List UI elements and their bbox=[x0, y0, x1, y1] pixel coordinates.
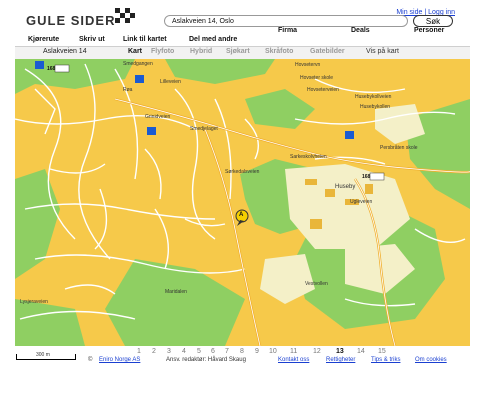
map-place-label: Hovsetervn bbox=[295, 62, 321, 68]
zoom-level-7[interactable]: 7 bbox=[225, 348, 229, 355]
zoom-level-11[interactable]: 11 bbox=[290, 348, 297, 355]
copyright-symbol: © bbox=[88, 357, 93, 363]
editor-text: Ansv. redaktør: Håvard Skaug bbox=[166, 357, 246, 363]
contact-link[interactable]: Kontakt oss bbox=[278, 357, 309, 363]
tab-kart[interactable]: Kart bbox=[128, 48, 142, 55]
zoom-level-2[interactable]: 2 bbox=[152, 348, 156, 355]
rights-link[interactable]: Rettigheter bbox=[326, 357, 355, 363]
share-button[interactable]: Del med andre bbox=[189, 36, 237, 43]
map-address-label: Aslakveien 14 bbox=[43, 48, 87, 55]
category-personer[interactable]: Personer bbox=[414, 27, 444, 34]
zoom-level-6[interactable]: 6 bbox=[211, 348, 215, 355]
map-place-label: Ugleveien bbox=[350, 199, 373, 205]
tab-sjokart[interactable]: Sjøkart bbox=[226, 48, 250, 55]
zoom-level-5[interactable]: 5 bbox=[197, 348, 201, 355]
map-place-label: Smedjelaget bbox=[190, 126, 218, 132]
map-canvas[interactable]: 168 168 Smedgangen Lilleveien Røa Grinid… bbox=[15, 59, 470, 346]
copyright-link[interactable]: Eniro Norge AS bbox=[99, 357, 140, 363]
zoom-level-13[interactable]: 13 bbox=[336, 348, 344, 355]
zoom-level-8[interactable]: 8 bbox=[240, 348, 244, 355]
checker-logo-icon bbox=[115, 8, 135, 24]
location-marker-icon[interactable]: A bbox=[239, 212, 243, 218]
map-place-label: Røa bbox=[123, 87, 133, 93]
search-input[interactable]: Aslakveien 14, Oslo bbox=[164, 15, 408, 27]
map-place-label: Smedgangen bbox=[123, 61, 153, 67]
map-place-label: Persbråten skole bbox=[380, 145, 418, 151]
zoom-level-9[interactable]: 9 bbox=[255, 348, 259, 355]
map-place-label: Vestvollen bbox=[305, 281, 328, 287]
map-place-label: Grinidveien bbox=[145, 114, 171, 120]
tips-link[interactable]: Tips & triks bbox=[371, 357, 400, 363]
zoom-level-10[interactable]: 10 bbox=[269, 348, 277, 355]
scale-label: 300 m bbox=[36, 352, 50, 358]
map-place-label: Lilleveien bbox=[160, 79, 181, 85]
map-view-bar: Aslakveien 14 Kart Flyfoto Hybrid Sjøkar… bbox=[15, 46, 470, 60]
zoom-level-1[interactable]: 1 bbox=[137, 348, 141, 355]
tab-gatebilder[interactable]: Gatebilder bbox=[310, 48, 345, 55]
map-place-label: Sarkeskolvheien bbox=[290, 154, 327, 160]
category-deals[interactable]: Deals bbox=[351, 27, 370, 34]
map-place-label: Husebykollen bbox=[360, 104, 391, 110]
map-place-label: Lysjeraveien bbox=[20, 299, 48, 305]
route-button[interactable]: Kjørerute bbox=[28, 36, 59, 43]
map-place-label: Huseby bbox=[335, 184, 356, 190]
brand-logo[interactable]: GULE SIDER bbox=[26, 13, 115, 28]
tab-flyfoto[interactable]: Flyfoto bbox=[151, 48, 174, 55]
map-toolbar: Kjørerute Skriv ut Link til kartet Del m… bbox=[15, 36, 470, 46]
map-place-label: Maridalen bbox=[165, 289, 187, 295]
zoom-level-12[interactable]: 12 bbox=[313, 348, 321, 355]
zoom-level-15[interactable]: 15 bbox=[378, 348, 386, 355]
road-shield-label: 168 bbox=[362, 174, 371, 180]
tab-hybrid[interactable]: Hybrid bbox=[190, 48, 212, 55]
map-place-label: Sørkedalsveien bbox=[225, 169, 260, 175]
cookies-link[interactable]: Om cookies bbox=[415, 357, 447, 363]
category-firma[interactable]: Firma bbox=[278, 27, 297, 34]
zoom-level-3[interactable]: 3 bbox=[167, 348, 171, 355]
print-button[interactable]: Skriv ut bbox=[79, 36, 105, 43]
zoom-level-14[interactable]: 14 bbox=[357, 348, 365, 355]
road-shield-label: 168 bbox=[47, 66, 56, 72]
search-button[interactable]: Søk bbox=[413, 15, 453, 27]
show-on-map-button[interactable]: Vis på kart bbox=[366, 48, 399, 55]
link-to-map-button[interactable]: Link til kartet bbox=[123, 36, 167, 43]
map-place-label: Hovseterveien bbox=[307, 87, 339, 93]
map-place-label: Husebykollveien bbox=[355, 94, 392, 100]
tab-skrafoto[interactable]: Skråfoto bbox=[265, 48, 293, 55]
map-place-label: Hovseter skole bbox=[300, 75, 334, 81]
zoom-level-4[interactable]: 4 bbox=[182, 348, 186, 355]
map-svg bbox=[15, 59, 470, 346]
